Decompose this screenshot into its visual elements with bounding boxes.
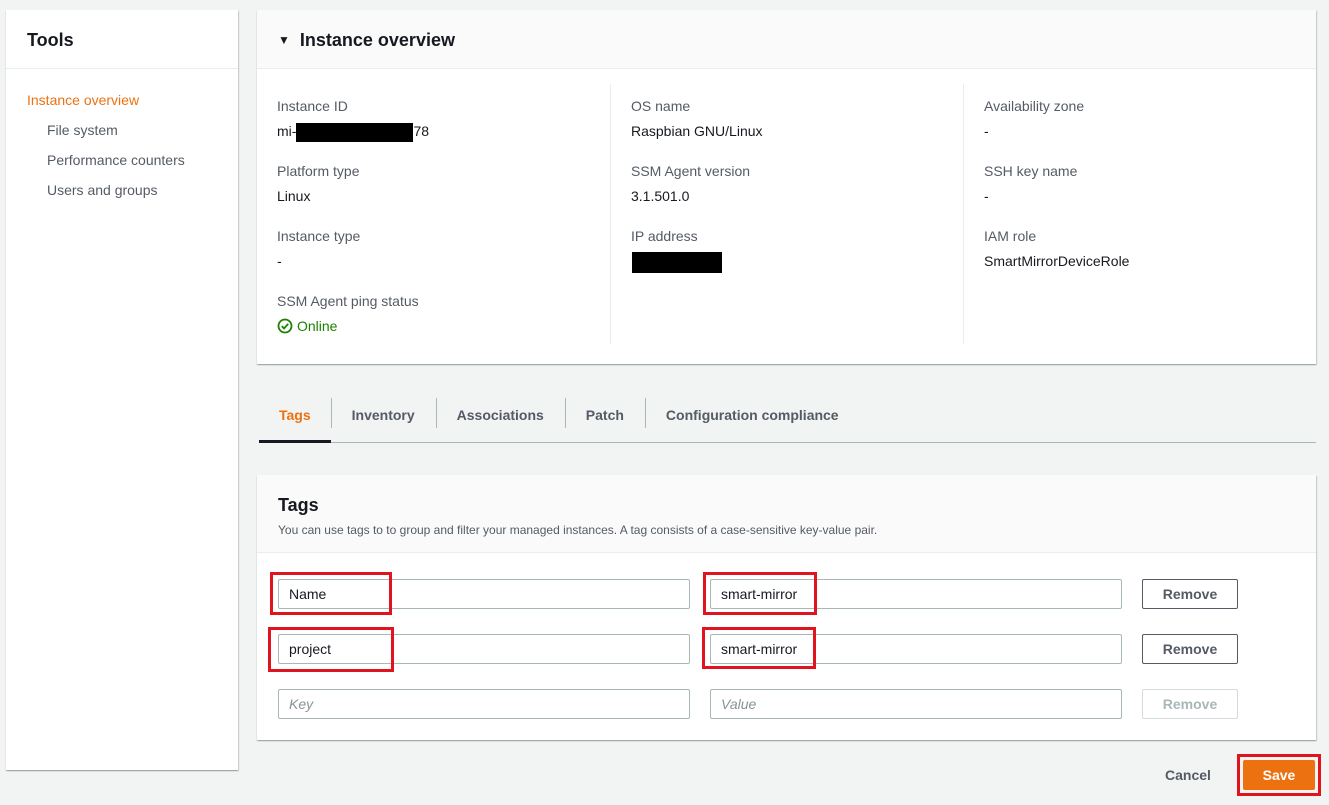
- tags-header: Tags You can use tags to to group and fi…: [257, 475, 1316, 553]
- remove-tag-button[interactable]: Remove: [1142, 634, 1238, 664]
- new-tag-key-input[interactable]: [278, 689, 690, 719]
- instance-id-label: Instance ID: [277, 98, 348, 114]
- iam-role-value: SmartMirrorDeviceRole: [984, 253, 1130, 269]
- os-name-value: Raspbian GNU/Linux: [631, 123, 763, 139]
- sidebar-nav: Instance overview File system Performanc…: [6, 69, 238, 210]
- instance-type-field: Instance type -: [277, 214, 590, 279]
- tab-patch[interactable]: Patch: [564, 398, 645, 443]
- os-name-field: OS name Raspbian GNU/Linux: [631, 84, 943, 149]
- tools-sidebar: Tools Instance overview File system Perf…: [6, 10, 238, 770]
- tag-key-input[interactable]: [278, 634, 690, 664]
- tags-description: You can use tags to to group and filter …: [278, 523, 878, 537]
- ping-status-text: Online: [297, 318, 338, 334]
- sidebar-item-file-system[interactable]: File system: [6, 120, 238, 150]
- instance-type-label: Instance type: [277, 228, 361, 244]
- instance-id-field: Instance ID mi- 78: [277, 84, 590, 149]
- tags-title: Tags: [278, 495, 319, 515]
- ip-address-field: IP address: [631, 214, 943, 279]
- instance-overview-panel: ▼ Instance overview Instance ID mi- 78 Pl…: [257, 10, 1316, 364]
- agent-version-label: SSM Agent version: [631, 163, 751, 179]
- ping-status-label: SSM Agent ping status: [277, 293, 419, 309]
- availability-zone-label: Availability zone: [984, 98, 1085, 114]
- ping-status-field: SSM Agent ping status Online: [277, 279, 590, 344]
- tag-row: Remove: [257, 634, 1316, 664]
- tag-key-input[interactable]: [278, 579, 690, 609]
- availability-zone-value: -: [984, 123, 989, 139]
- new-tag-value-input[interactable]: [710, 689, 1122, 719]
- tab-associations[interactable]: Associations: [435, 398, 565, 443]
- redaction-bar: [296, 122, 414, 142]
- agent-version-field: SSM Agent version 3.1.501.0: [631, 149, 943, 214]
- tags-panel: Tags You can use tags to to group and fi…: [257, 475, 1316, 740]
- instance-id-value: mi- 78: [277, 122, 590, 142]
- overview-title: Instance overview: [299, 30, 455, 50]
- cancel-button[interactable]: Cancel: [1150, 760, 1226, 790]
- ssh-key-name-value: -: [984, 188, 989, 204]
- ssh-key-name-field: SSH key name -: [984, 149, 1296, 214]
- overview-column-2: OS name Raspbian GNU/Linux SSM Agent ver…: [610, 84, 963, 344]
- agent-version-value: 3.1.501.0: [631, 188, 690, 204]
- sidebar-title: Tools: [6, 10, 238, 69]
- platform-type-value: Linux: [277, 188, 311, 204]
- sidebar-item-performance-counters[interactable]: Performance counters: [6, 150, 238, 180]
- instance-id-suffix: 78: [413, 123, 430, 139]
- overview-column-3: Availability zone - SSH key name - IAM r…: [963, 84, 1316, 344]
- overview-column-1: Instance ID mi- 78 Platform type Linux In…: [257, 84, 610, 344]
- sidebar-item-instance-overview[interactable]: Instance overview: [6, 90, 238, 120]
- ping-status-value: Online: [277, 317, 590, 335]
- tab-inventory[interactable]: Inventory: [330, 398, 436, 443]
- ip-address-value: [631, 252, 943, 273]
- iam-role-label: IAM role: [984, 228, 1037, 244]
- check-circle-icon: [277, 318, 293, 334]
- tag-value-input[interactable]: [710, 579, 1122, 609]
- new-tag-row: Remove: [257, 689, 1316, 719]
- remove-new-tag-button: Remove: [1142, 689, 1238, 719]
- overview-header[interactable]: ▼ Instance overview: [257, 10, 1316, 69]
- platform-type-label: Platform type: [277, 163, 360, 179]
- ssh-key-name-label: SSH key name: [984, 163, 1078, 179]
- tab-configuration-compliance[interactable]: Configuration compliance: [644, 398, 860, 443]
- tag-value-input[interactable]: [710, 634, 1122, 664]
- sidebar-item-users-and-groups[interactable]: Users and groups: [6, 180, 238, 210]
- overview-body: Instance ID mi- 78 Platform type Linux In…: [257, 69, 1316, 344]
- redaction-bar: [632, 252, 722, 273]
- instance-id-prefix: mi-: [277, 123, 297, 139]
- ip-address-label: IP address: [631, 228, 698, 244]
- save-button[interactable]: Save: [1243, 760, 1315, 790]
- detail-tabs: Tags Inventory Associations Patch Config…: [259, 398, 1316, 443]
- instance-type-value: -: [277, 253, 282, 269]
- os-name-label: OS name: [631, 98, 691, 114]
- platform-type-field: Platform type Linux: [277, 149, 590, 214]
- iam-role-field: IAM role SmartMirrorDeviceRole: [984, 214, 1296, 279]
- tag-row: Remove: [257, 579, 1316, 609]
- availability-zone-field: Availability zone -: [984, 84, 1296, 149]
- remove-tag-button[interactable]: Remove: [1142, 579, 1238, 609]
- caret-down-icon[interactable]: ▼: [278, 33, 290, 47]
- tab-tags[interactable]: Tags: [259, 398, 331, 443]
